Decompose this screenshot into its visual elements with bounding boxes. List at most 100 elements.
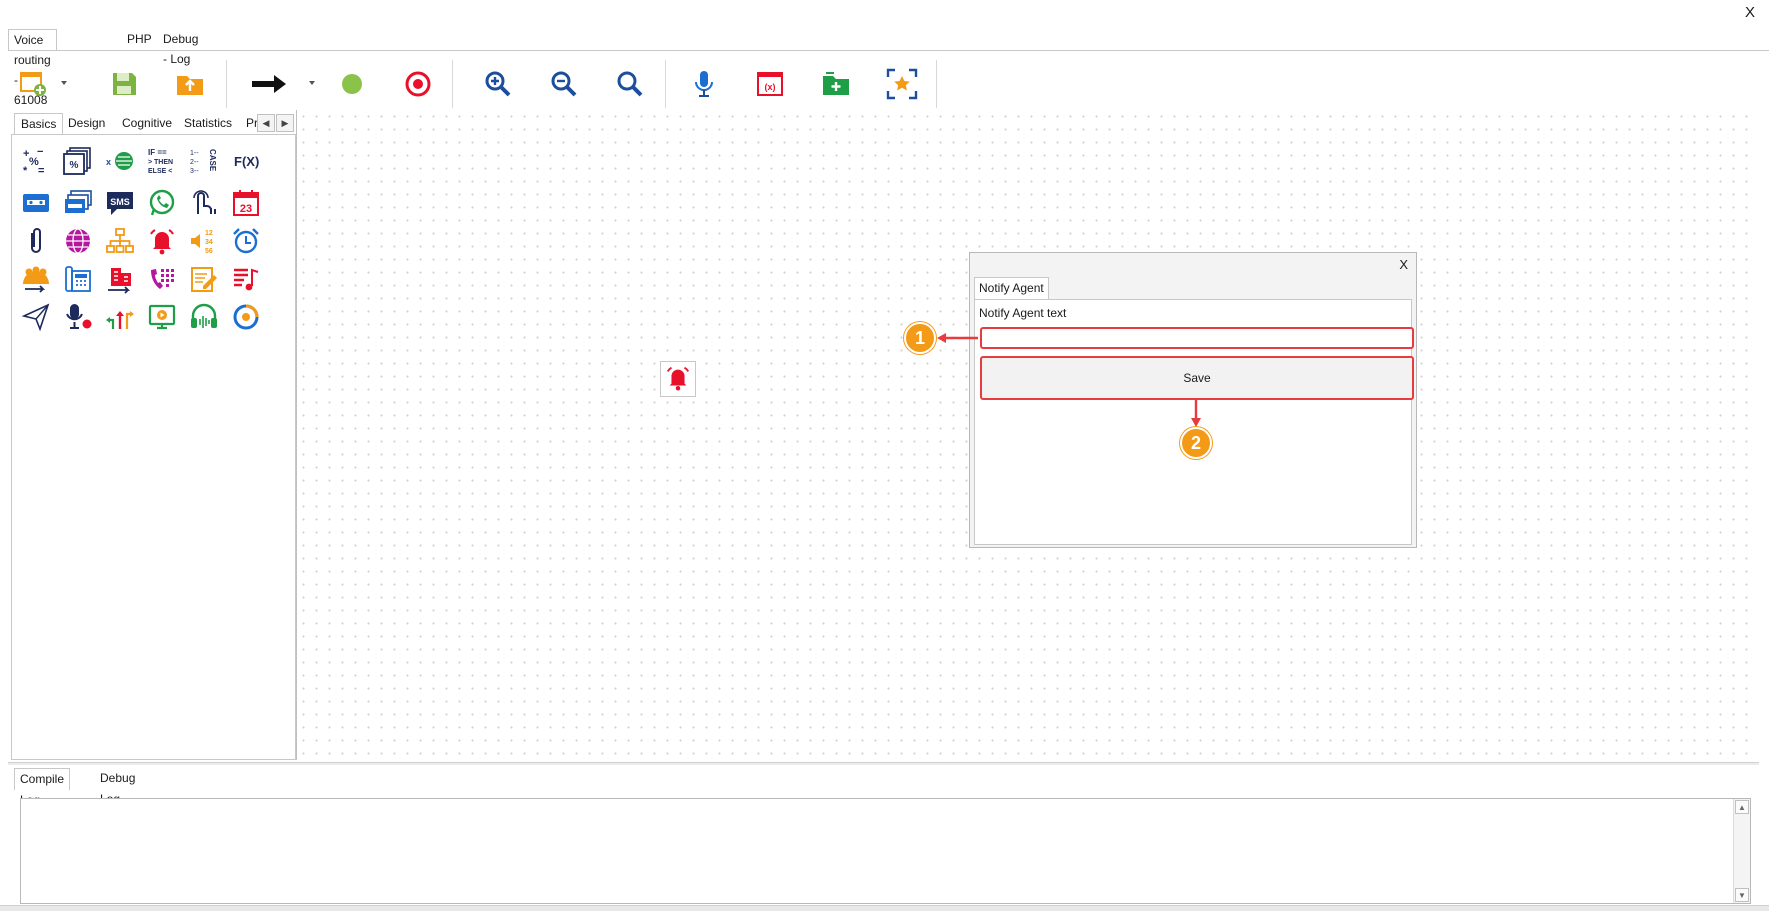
hierarchy-icon[interactable] <box>104 225 136 257</box>
note-edit-icon[interactable] <box>188 263 220 295</box>
team-forward-icon[interactable] <box>20 263 52 295</box>
dial-pad-icon[interactable] <box>146 263 178 295</box>
number-reader-icon[interactable]: 12 34 56 <box>188 225 220 257</box>
record-mic-icon[interactable] <box>62 301 94 333</box>
sms-icon[interactable]: SMS <box>104 187 136 219</box>
globe-icon[interactable] <box>62 225 94 257</box>
tab-voice-routing[interactable]: Voice routing - 61008 <box>8 29 57 107</box>
add-folder-icon[interactable] <box>816 58 856 110</box>
building-forward-icon[interactable] <box>104 263 136 295</box>
chevron-down-icon[interactable] <box>308 76 318 90</box>
svg-text:3--: 3-- <box>190 168 199 175</box>
svg-text:CASE: CASE <box>208 149 217 172</box>
voicemail-card-icon[interactable] <box>20 187 52 219</box>
whatsapp-icon[interactable] <box>146 187 178 219</box>
status-strip <box>0 905 1769 911</box>
log-text <box>21 799 1750 807</box>
save-button[interactable]: Save <box>980 356 1414 400</box>
svg-text:*: * <box>23 165 28 176</box>
window-close-button[interactable]: X <box>1745 4 1755 21</box>
alarm-clock-icon[interactable] <box>230 225 262 257</box>
save-icon[interactable] <box>104 58 144 110</box>
svg-text:ELSE <: ELSE < <box>148 168 172 175</box>
arrow-right-icon[interactable] <box>250 58 290 110</box>
svg-text:F(X): F(X) <box>234 154 259 169</box>
attachment-icon[interactable] <box>20 225 52 257</box>
tab-compile-log[interactable]: Compile Log <box>14 768 71 807</box>
zoom-out-icon[interactable] <box>544 58 584 110</box>
phone-book-icon[interactable] <box>62 263 94 295</box>
svg-text:2--: 2-- <box>190 159 199 166</box>
svg-text:> THEN: > THEN <box>148 159 173 166</box>
svg-text:12: 12 <box>205 230 213 237</box>
callout-1-badge: 1 <box>904 322 936 354</box>
touch-tone-icon[interactable] <box>188 187 220 219</box>
new-file-icon[interactable] <box>13 58 53 110</box>
scroll-down-icon[interactable]: ▼ <box>1735 888 1749 902</box>
bell-icon <box>664 364 692 395</box>
notify-agent-text-label: Notify Agent text <box>979 306 1067 320</box>
screen-play-icon[interactable] <box>146 301 178 333</box>
tab-design[interactable]: Design <box>62 113 111 134</box>
svg-text:23: 23 <box>240 203 252 215</box>
toolbar-divider <box>452 60 453 108</box>
toolbar-divider <box>936 60 937 108</box>
rotate-icon[interactable] <box>230 301 262 333</box>
svg-text:(x): (x) <box>765 82 776 92</box>
dialog-close-button[interactable]: X <box>1399 257 1408 272</box>
zoom-in-icon[interactable] <box>478 58 518 110</box>
svg-text:1--: 1-- <box>190 150 199 157</box>
dialog-panel: Notify Agent text Save <box>974 299 1414 545</box>
percent-table-icon[interactable]: % <box>62 145 94 177</box>
svg-text:SMS: SMS <box>110 197 130 207</box>
tab-scroll-right-icon[interactable]: ▶ <box>276 114 294 132</box>
tab-basics[interactable]: Basics <box>14 113 64 134</box>
toolbar-divider <box>665 60 666 108</box>
variable-icon[interactable]: (x) <box>750 58 790 110</box>
compile-log-output[interactable]: ▲ ▼ <box>20 798 1751 904</box>
split-arrows-icon[interactable] <box>104 301 136 333</box>
toolbar-divider <box>226 60 227 108</box>
tab-divider <box>8 50 1769 51</box>
headset-icon[interactable] <box>188 301 220 333</box>
green-dot-icon[interactable] <box>332 58 372 110</box>
microphone-icon[interactable] <box>684 58 724 110</box>
search-icon[interactable] <box>610 58 650 110</box>
svg-text:34: 34 <box>205 239 213 246</box>
fit-screen-icon[interactable] <box>882 58 922 110</box>
log-scrollbar[interactable]: ▲ ▼ <box>1733 799 1750 903</box>
send-icon[interactable] <box>20 301 52 333</box>
function-icon[interactable]: F(X) <box>230 145 270 177</box>
alarm-bell-icon[interactable] <box>146 225 178 257</box>
tab-notify-agent[interactable]: Notify Agent <box>974 277 1049 299</box>
target-icon[interactable] <box>398 58 438 110</box>
chevron-down-icon[interactable] <box>60 76 70 90</box>
notify-agent-text-input[interactable] <box>980 327 1414 349</box>
bell-node[interactable] <box>660 361 696 397</box>
svg-text:IF ==: IF == <box>148 148 167 157</box>
global-variable-icon[interactable]: x <box>104 145 136 177</box>
playlist-icon[interactable] <box>230 263 262 295</box>
svg-text:56: 56 <box>205 248 213 255</box>
scroll-up-icon[interactable]: ▲ <box>1735 800 1749 814</box>
calendar-icon[interactable]: 23 <box>230 187 262 219</box>
notify-agent-dialog: X Notify Agent Notify Agent text Save <box>969 252 1417 548</box>
tab-scroll-left-icon[interactable]: ◀ <box>257 114 275 132</box>
tab-debug-log-bottom[interactable]: Debug Log <box>95 768 140 806</box>
tab-cognitive[interactable]: Cognitive <box>116 113 178 134</box>
multi-voicemail-icon[interactable] <box>62 187 94 219</box>
callout-2-badge: 2 <box>1180 427 1212 459</box>
case-icon[interactable]: 1-- 2-- 3-- CASE <box>188 145 220 177</box>
upload-icon[interactable] <box>170 58 210 110</box>
tab-statistics[interactable]: Statistics <box>178 113 238 134</box>
tab-php[interactable]: PHP <box>122 29 157 51</box>
palette-panel: + −% * = % x IF == > THEN ELSE < 1-- 2-- 3-- CAS… <box>11 134 296 760</box>
svg-text:%: % <box>70 160 79 171</box>
svg-text:=: = <box>38 165 44 176</box>
math-operators-icon[interactable]: + −% * = <box>20 145 52 177</box>
toolbar: (x) <box>8 58 938 110</box>
horizontal-splitter[interactable] <box>8 762 1759 765</box>
tab-debug-log[interactable]: Debug - Log <box>158 29 203 66</box>
if-then-else-icon[interactable]: IF == > THEN ELSE < <box>146 145 178 177</box>
svg-text:x: x <box>106 157 111 167</box>
